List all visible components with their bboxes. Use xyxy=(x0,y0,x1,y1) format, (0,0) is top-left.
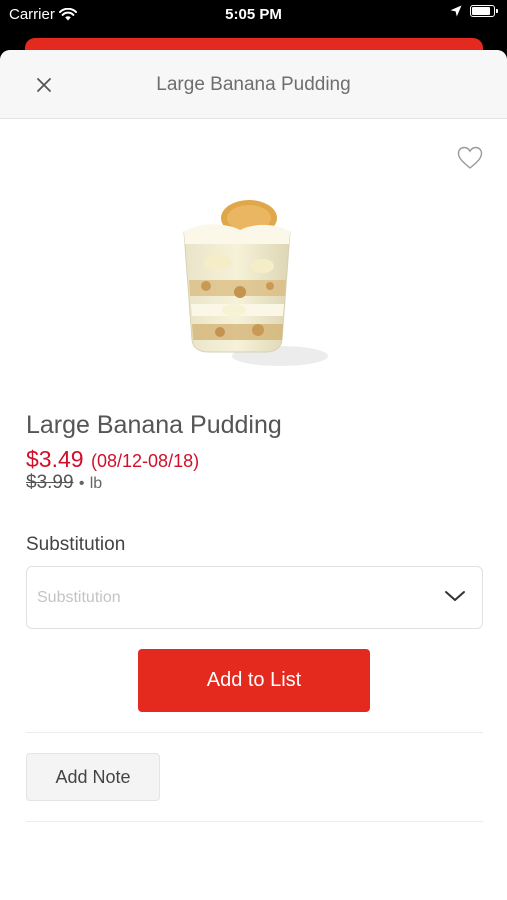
divider xyxy=(26,821,483,822)
price-unit: lb xyxy=(89,475,103,492)
price-separator: • xyxy=(78,475,85,492)
product-name: Large Banana Pudding xyxy=(26,411,282,439)
battery-level xyxy=(472,7,490,15)
sheet-title: Large Banana Pudding xyxy=(156,74,351,95)
sale-price: $3.49 xyxy=(26,446,84,472)
product-image xyxy=(170,200,330,372)
chevron-down-icon xyxy=(445,591,465,601)
regular-price-line: $3.99 • lb xyxy=(26,472,102,494)
sheet-header: Large Banana Pudding xyxy=(0,50,507,119)
substitution-label: Substitution xyxy=(26,534,126,555)
add-to-list-button[interactable]: Add to List xyxy=(138,649,370,712)
heart-outline-icon xyxy=(457,146,483,169)
divider xyxy=(26,732,483,733)
product-detail-sheet: Large Banana Pudding Large Banana Puddin… xyxy=(0,50,507,900)
status-bar: Carrier 5:05 PM xyxy=(0,0,507,30)
regular-price: $3.99 xyxy=(26,472,74,493)
add-note-button[interactable]: Add Note xyxy=(26,753,160,801)
price-line: $3.49 (08/12-08/18) xyxy=(26,446,199,473)
substitution-placeholder: Substitution xyxy=(37,589,121,606)
sale-dates: (08/12-08/18) xyxy=(91,451,200,471)
status-time: 5:05 PM xyxy=(225,6,282,23)
location-arrow-icon xyxy=(450,5,462,17)
substitution-select[interactable]: Substitution xyxy=(26,566,483,629)
status-right xyxy=(450,5,498,17)
favorite-button[interactable] xyxy=(457,146,483,170)
banana-pudding-cup-image xyxy=(183,200,328,366)
battery-icon xyxy=(470,5,498,17)
